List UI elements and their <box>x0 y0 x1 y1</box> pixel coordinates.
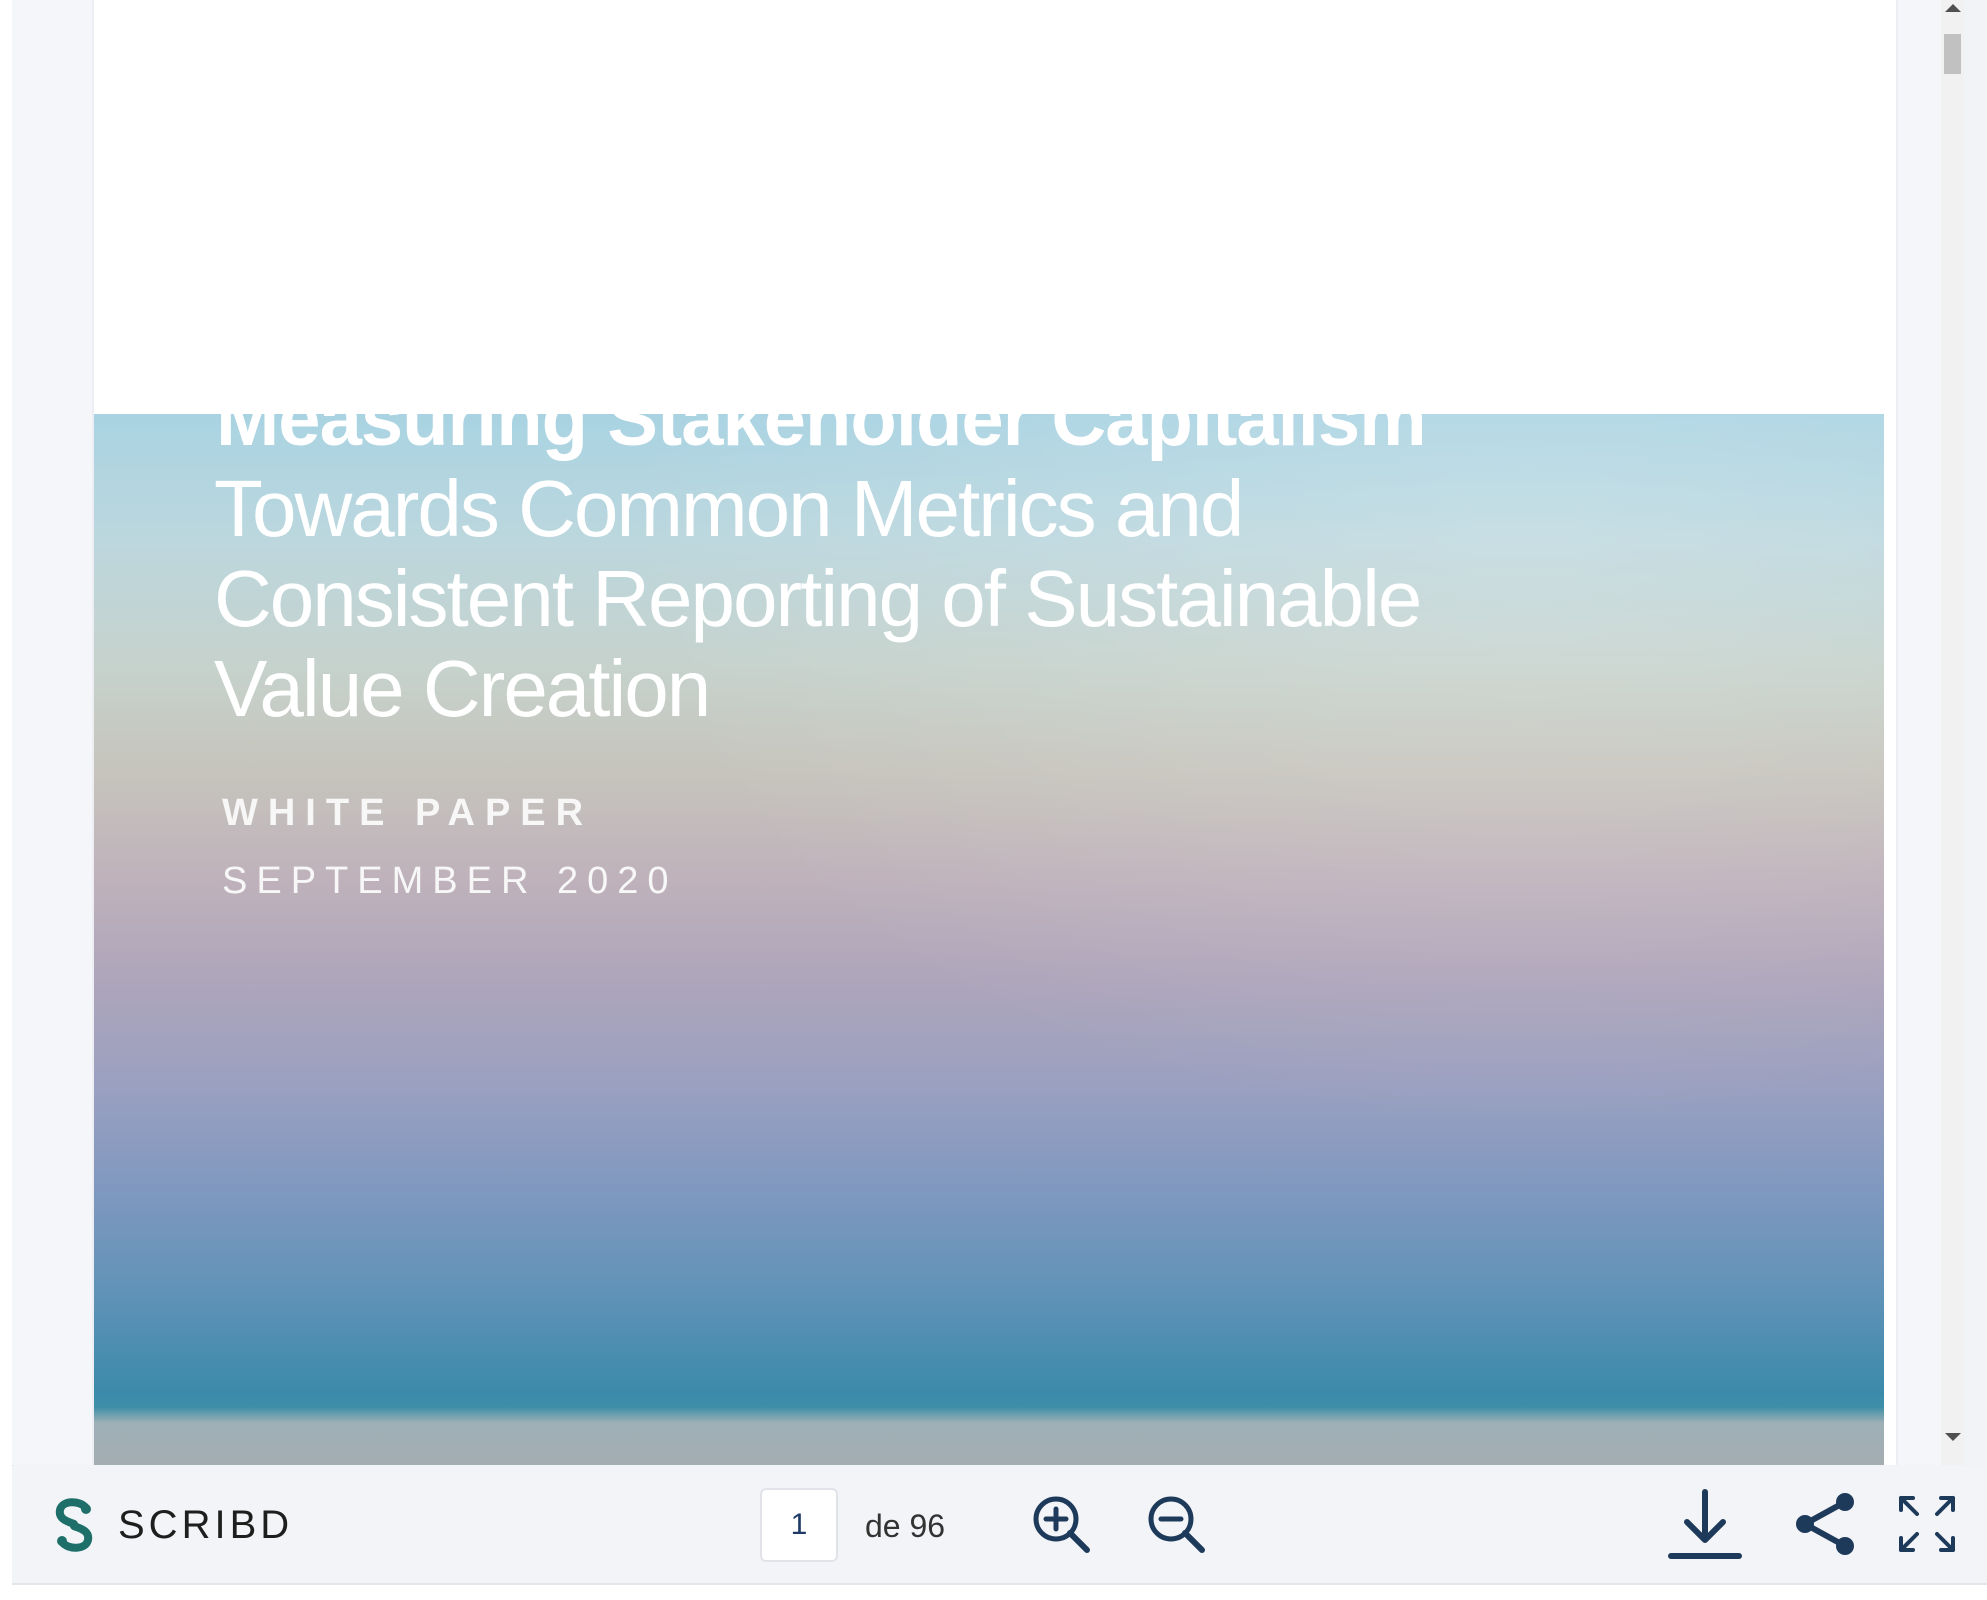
document-date: SEPTEMBER 2020 <box>222 860 678 902</box>
scroll-down-arrow-icon[interactable] <box>1945 1433 1961 1441</box>
fullscreen-button[interactable] <box>1889 1486 1965 1562</box>
share-icon <box>1796 1493 1854 1555</box>
document-type-label: WHITE PAPER <box>222 792 594 834</box>
scribd-logo[interactable]: SCRIBD <box>50 1496 293 1554</box>
download-icon <box>1668 1489 1742 1559</box>
document-viewer[interactable]: Measuring Stakeholder Capitalism Towards… <box>12 0 1964 1465</box>
zoom-out-icon <box>1148 1496 1205 1553</box>
viewer-toolbar: SCRIBD de 96 <box>12 1466 1987 1583</box>
document-page: Measuring Stakeholder Capitalism Towards… <box>92 0 1898 1465</box>
fullscreen-icon <box>1899 1496 1955 1552</box>
vertical-scrollbar[interactable] <box>1941 0 1964 1465</box>
scroll-up-arrow-icon[interactable] <box>1945 4 1961 12</box>
scrollbar-thumb[interactable] <box>1944 34 1961 74</box>
document-subtitle: Towards Common Metrics and Consistent Re… <box>214 464 1422 733</box>
page-total-label: de 96 <box>865 1508 946 1544</box>
scribd-logo-icon <box>55 1498 93 1552</box>
page-number-input[interactable] <box>760 1488 838 1562</box>
document-title: Measuring Stakeholder Capitalism <box>216 414 1427 462</box>
zoom-out-button[interactable] <box>1138 1486 1214 1562</box>
brand-name: SCRIBD <box>118 1502 294 1547</box>
download-button[interactable] <box>1667 1486 1743 1562</box>
cover-image: Measuring Stakeholder Capitalism Towards… <box>94 414 1884 1465</box>
zoom-in-button[interactable] <box>1023 1486 1099 1562</box>
zoom-in-icon <box>1033 1496 1090 1553</box>
share-button[interactable] <box>1787 1486 1863 1562</box>
